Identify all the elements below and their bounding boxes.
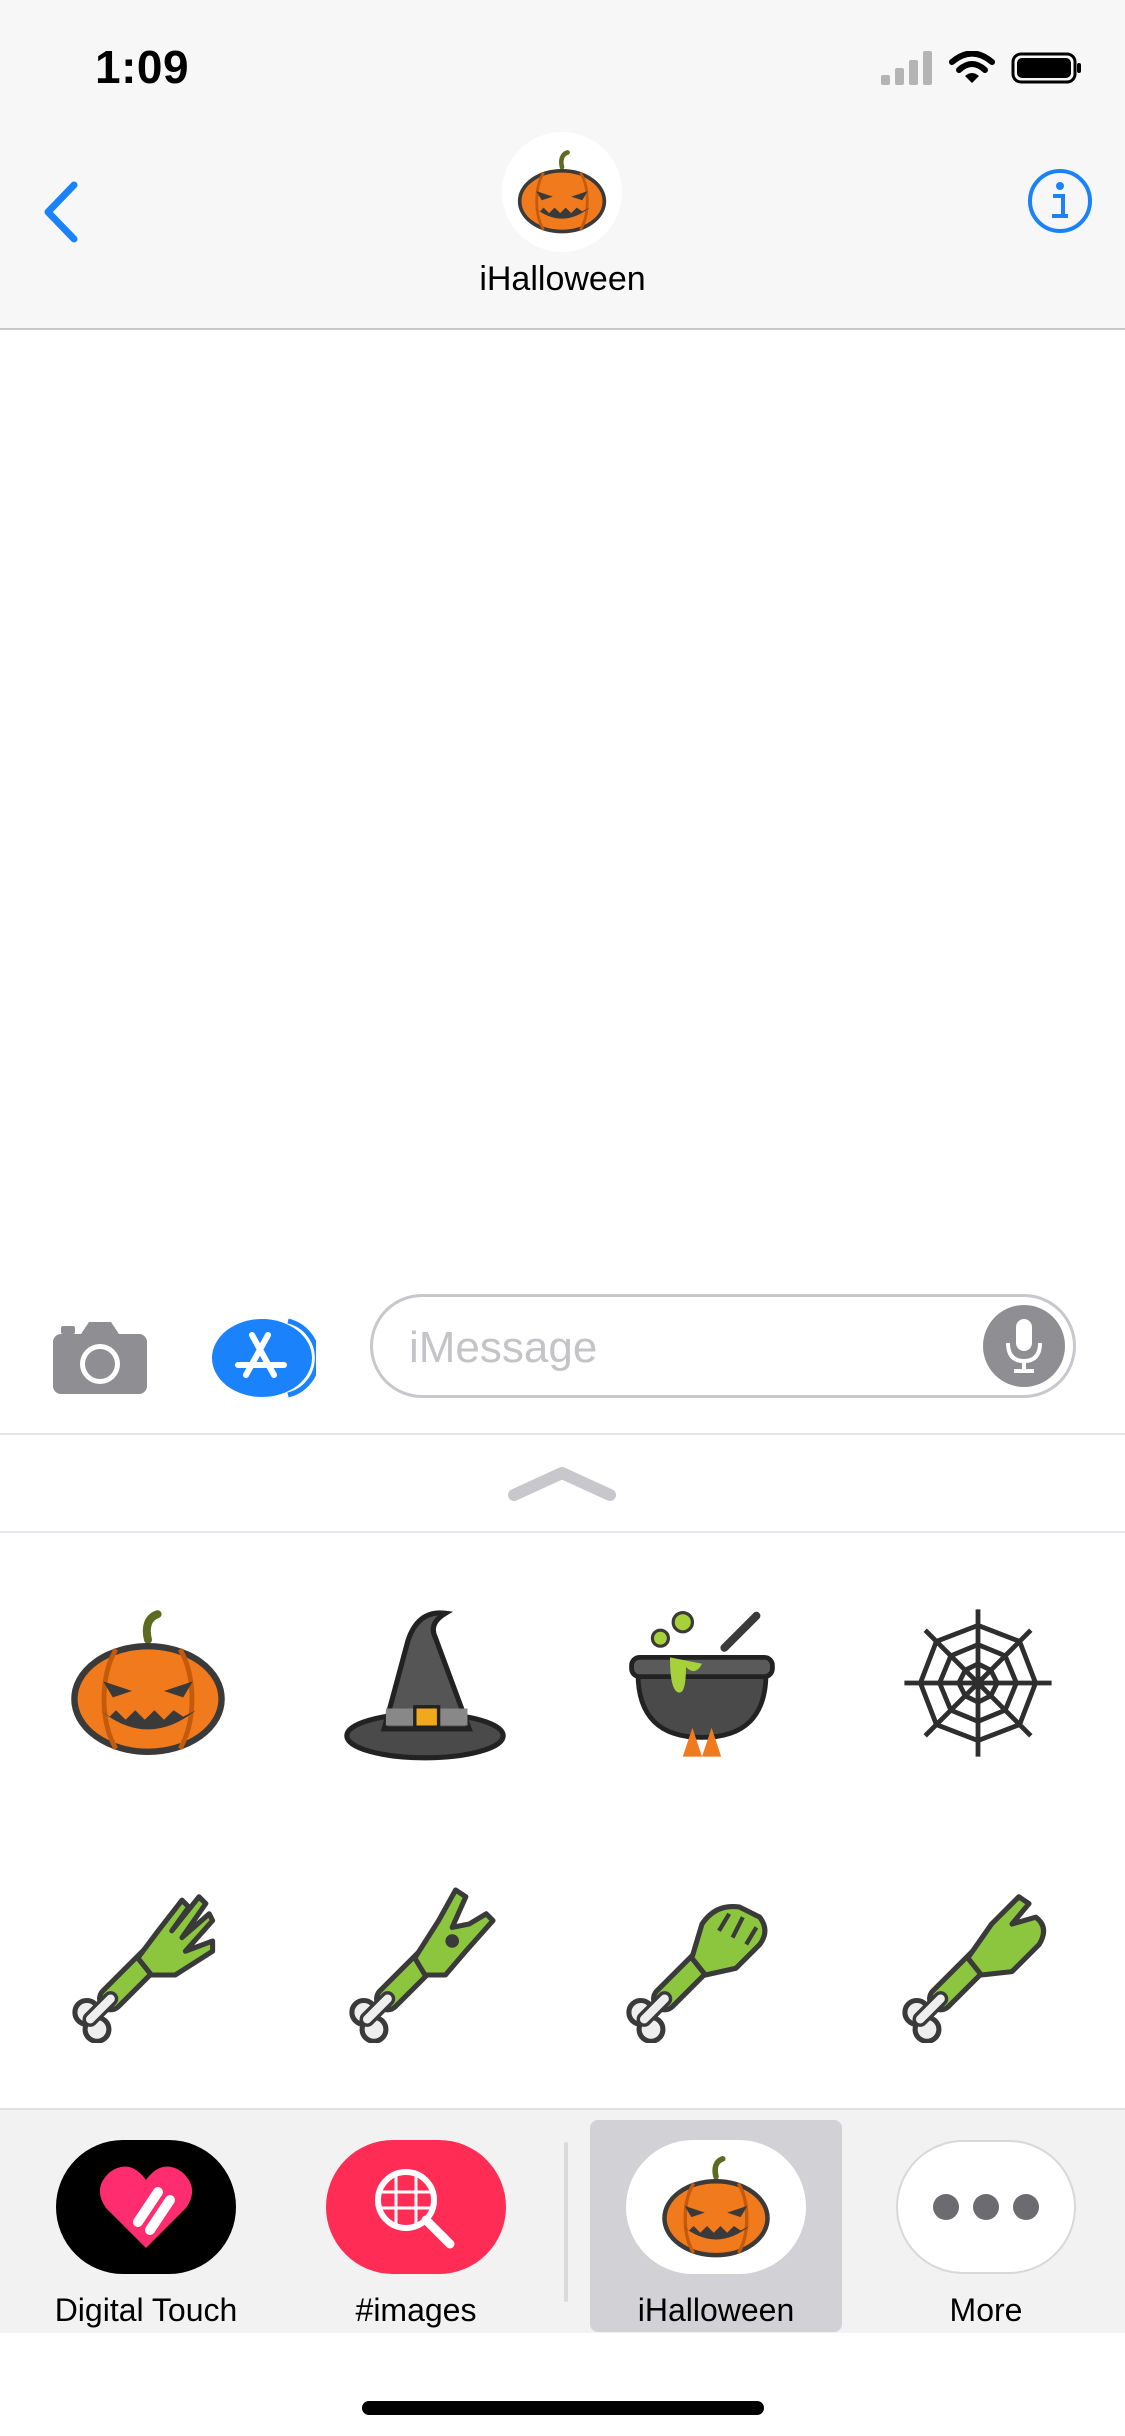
message-input-placeholder: iMessage [409, 1323, 598, 1372]
cellular-signal-icon [881, 50, 933, 90]
status-icons [881, 50, 1083, 90]
message-list[interactable] [0, 330, 1125, 1280]
wifi-icon [949, 50, 995, 90]
status-bar: 1:09 [0, 0, 1125, 132]
app-label: More [949, 2292, 1023, 2328]
sticker-grid [0, 1533, 1125, 2108]
jack-o-lantern-icon [68, 1608, 228, 1758]
digital-touch-icon [56, 2140, 236, 2274]
sticker-zombie-hand-pointing[interactable] [888, 1868, 1068, 2048]
app-store-button[interactable] [208, 1308, 318, 1408]
sticker-zombie-hand-open[interactable] [58, 1868, 238, 2048]
sticker-spider-web[interactable] [888, 1593, 1068, 1773]
cauldron-icon [629, 1611, 775, 1757]
app-digital-touch[interactable]: Digital Touch [20, 2120, 272, 2332]
info-button[interactable] [1025, 166, 1095, 236]
app-label: Digital Touch [54, 2292, 238, 2328]
back-button[interactable] [30, 172, 90, 252]
camera-button[interactable] [45, 1308, 155, 1408]
compose-bar: iMessage [0, 1280, 1125, 1435]
pumpkin-icon [626, 2140, 806, 2274]
contact-avatar[interactable] [502, 132, 622, 252]
home-area [0, 2333, 1125, 2436]
app-drawer-handle[interactable] [0, 1435, 1125, 1533]
imessage-app-drawer: Digital Touch #images iHalloween More [0, 2108, 1125, 2333]
pumpkin-icon [516, 150, 608, 234]
app-images[interactable]: #images [290, 2120, 542, 2332]
chevron-left-icon [44, 181, 78, 243]
info-icon [1028, 169, 1092, 233]
microphone-icon [1006, 1319, 1042, 1373]
zombie-hand-rock-icon [340, 1887, 496, 2043]
app-label: #images [355, 2292, 477, 2328]
app-more[interactable]: More [860, 2120, 1112, 2332]
app-label: iHalloween [637, 2292, 795, 2328]
app-ihalloween[interactable]: iHalloween [590, 2120, 842, 2332]
battery-icon [1011, 51, 1083, 90]
witch-hat-icon [344, 1610, 506, 1761]
zombie-hand-fist-icon [617, 1903, 768, 2043]
sticker-witch-hat[interactable] [335, 1593, 515, 1773]
home-indicator[interactable] [362, 2401, 764, 2415]
zombie-hand-open-icon [63, 1894, 216, 2043]
zombie-hand-pointing-icon [893, 1894, 1047, 2043]
sticker-zombie-hand-rock[interactable] [335, 1868, 515, 2048]
images-search-icon [326, 2140, 506, 2274]
spider-web-icon [904, 1609, 1052, 1757]
chevron-up-icon [508, 1467, 616, 1501]
camera-icon [53, 1322, 147, 1394]
sticker-zombie-hand-fist[interactable] [612, 1868, 792, 2048]
contact-name[interactable]: iHalloween [0, 260, 1125, 299]
sticker-jack-o-lantern[interactable] [58, 1593, 238, 1773]
app-store-icon [212, 1318, 316, 1398]
more-icon [896, 2140, 1076, 2274]
drawer-divider [564, 2142, 568, 2302]
status-time: 1:09 [95, 41, 190, 93]
microphone-button[interactable] [983, 1305, 1065, 1387]
sticker-cauldron[interactable] [612, 1593, 792, 1773]
conversation-header: iHalloween [0, 132, 1125, 330]
message-input[interactable]: iMessage [370, 1294, 1076, 1398]
